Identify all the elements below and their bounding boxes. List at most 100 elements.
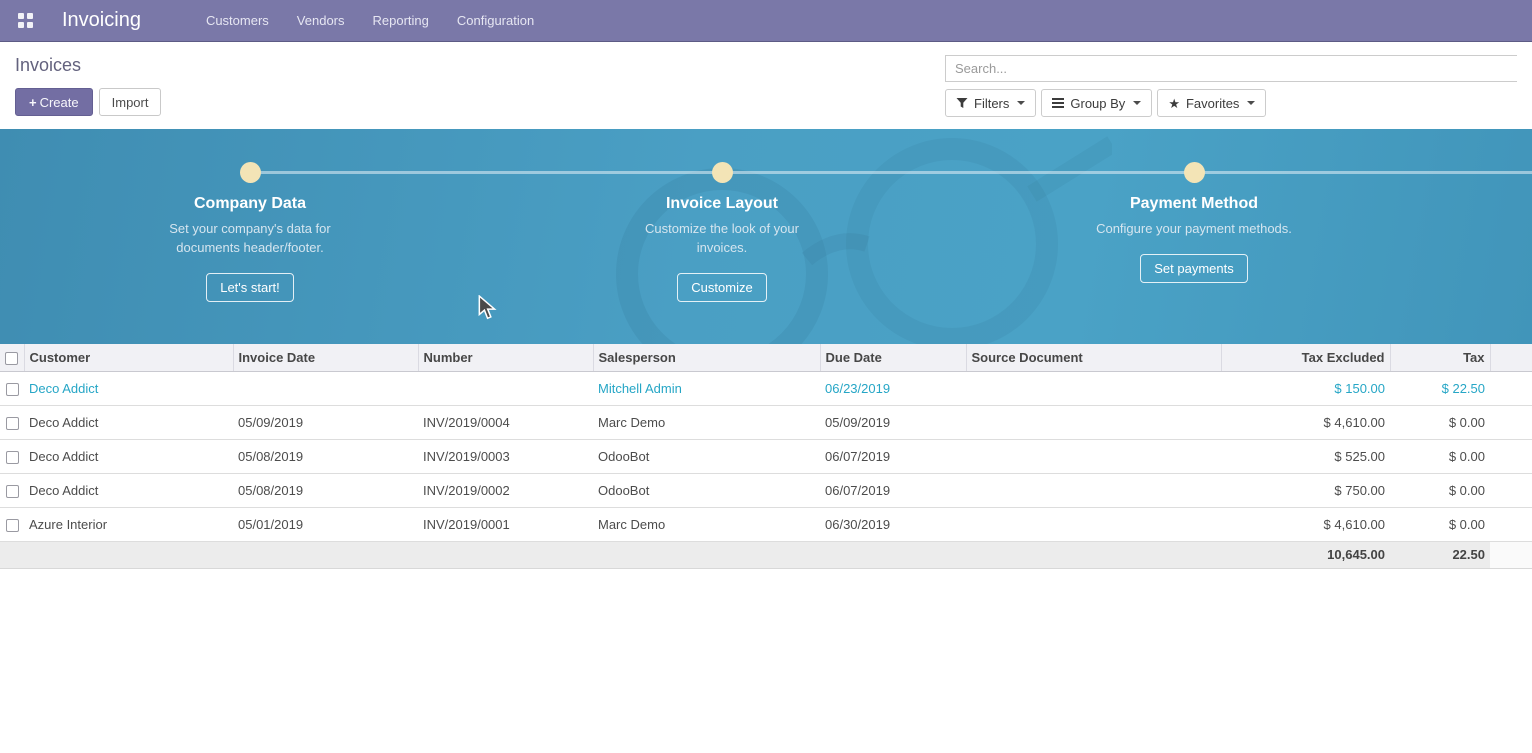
cell-number[interactable] [418,371,593,405]
cell-salesperson[interactable]: OdooBot [593,473,820,507]
cell-number[interactable]: INV/2019/0003 [418,439,593,473]
table-totals-row: 10,645.00 22.50 [0,541,1532,568]
column-header-number[interactable]: Number [418,344,593,371]
cell-customer[interactable]: Deco Addict [24,371,233,405]
filters-dropdown-button[interactable]: Filters [945,89,1036,117]
menu-configuration[interactable]: Configuration [448,7,543,34]
cell-salesperson[interactable]: Marc Demo [593,507,820,541]
step-dot-icon [1184,162,1205,183]
cell-salesperson[interactable]: OdooBot [593,439,820,473]
cell-tax[interactable]: $ 22.50 [1390,371,1490,405]
cell-tax-excluded[interactable]: $ 525.00 [1221,439,1390,473]
list-icon [1052,98,1064,108]
onboarding-banner: Company Data Set your company's data for… [0,129,1532,344]
create-button-label: Create [40,95,79,110]
search-input[interactable] [945,55,1517,82]
cell-invoice-date[interactable]: 05/08/2019 [233,439,418,473]
row-checkbox[interactable] [6,383,19,396]
cell-number[interactable]: INV/2019/0002 [418,473,593,507]
column-header-spacer [1490,344,1532,371]
step-title: Company Data [194,195,306,213]
column-header-salesperson[interactable]: Salesperson [593,344,820,371]
step-description: Customize the look of your invoices. [620,219,825,257]
cell-due-date[interactable]: 06/07/2019 [820,439,966,473]
row-checkbox[interactable] [6,485,19,498]
chevron-down-icon [1133,101,1141,105]
lets-start-button[interactable]: Let's start! [206,273,294,302]
column-header-source-document[interactable]: Source Document [966,344,1221,371]
table-row[interactable]: Deco Addict 05/09/2019 INV/2019/0004 Mar… [0,405,1532,439]
chevron-down-icon [1247,101,1255,105]
table-row[interactable]: Deco Addict Mitchell Admin 06/23/2019 $ … [0,371,1532,405]
step-dot-icon [712,162,733,183]
cell-source-document[interactable] [966,473,1221,507]
cell-tax-excluded[interactable]: $ 4,610.00 [1221,507,1390,541]
cell-tax-excluded[interactable]: $ 4,610.00 [1221,405,1390,439]
cell-tax-excluded[interactable]: $ 750.00 [1221,473,1390,507]
navbar-menus: Customers Vendors Reporting Configuratio… [197,7,543,34]
chevron-down-icon [1017,101,1025,105]
row-checkbox[interactable] [6,519,19,532]
cell-source-document[interactable] [966,507,1221,541]
filters-label: Filters [974,96,1009,111]
cell-customer[interactable]: Azure Interior [24,507,233,541]
cell-tax[interactable]: $ 0.00 [1390,507,1490,541]
table-header-row: Customer Invoice Date Number Salesperson… [0,344,1532,371]
cell-salesperson[interactable]: Marc Demo [593,405,820,439]
cell-tax-excluded[interactable]: $ 150.00 [1221,371,1390,405]
cell-source-document[interactable] [966,439,1221,473]
apps-grid-icon[interactable] [12,8,38,34]
cell-due-date[interactable]: 05/09/2019 [820,405,966,439]
cell-customer[interactable]: Deco Addict [24,473,233,507]
cell-due-date[interactable]: 06/07/2019 [820,473,966,507]
onboarding-step-invoice-layout: Invoice Layout Customize the look of you… [572,162,872,302]
set-payments-button[interactable]: Set payments [1140,254,1248,283]
cell-invoice-date[interactable] [233,371,418,405]
invoice-list-table: Customer Invoice Date Number Salesperson… [0,344,1532,569]
cell-invoice-date[interactable]: 05/08/2019 [233,473,418,507]
column-header-tax-excluded[interactable]: Tax Excluded [1221,344,1390,371]
control-panel: Invoices +Create Import Filters Group By… [0,42,1532,129]
cell-invoice-date[interactable]: 05/09/2019 [233,405,418,439]
cell-due-date[interactable]: 06/30/2019 [820,507,966,541]
create-button[interactable]: +Create [15,88,93,116]
menu-reporting[interactable]: Reporting [364,7,438,34]
column-header-tax[interactable]: Tax [1390,344,1490,371]
plus-icon: + [29,95,37,110]
total-tax-excluded: 10,645.00 [1221,541,1390,568]
cell-due-date[interactable]: 06/23/2019 [820,371,966,405]
cell-tax[interactable]: $ 0.00 [1390,439,1490,473]
group-by-label: Group By [1070,96,1125,111]
cell-customer[interactable]: Deco Addict [24,439,233,473]
cell-invoice-date[interactable]: 05/01/2019 [233,507,418,541]
cell-source-document[interactable] [966,405,1221,439]
customize-button[interactable]: Customize [677,273,766,302]
row-checkbox[interactable] [6,451,19,464]
app-title[interactable]: Invoicing [62,9,141,32]
cell-tax[interactable]: $ 0.00 [1390,405,1490,439]
cell-number[interactable]: INV/2019/0004 [418,405,593,439]
column-header-customer[interactable]: Customer [24,344,233,371]
cell-tax[interactable]: $ 0.00 [1390,473,1490,507]
cell-number[interactable]: INV/2019/0001 [418,507,593,541]
menu-vendors[interactable]: Vendors [288,7,354,34]
onboarding-step-company-data: Company Data Set your company's data for… [100,162,400,302]
cell-source-document[interactable] [966,371,1221,405]
table-row[interactable]: Deco Addict 05/08/2019 INV/2019/0003 Odo… [0,439,1532,473]
select-all-checkbox[interactable] [5,352,18,365]
favorites-label: Favorites [1186,96,1239,111]
step-description: Set your company's data for documents he… [141,219,359,257]
favorites-dropdown-button[interactable]: ★ Favorites [1157,89,1266,117]
import-button[interactable]: Import [99,88,162,116]
row-checkbox[interactable] [6,417,19,430]
group-by-dropdown-button[interactable]: Group By [1041,89,1152,117]
column-header-due-date[interactable]: Due Date [820,344,966,371]
cell-salesperson[interactable]: Mitchell Admin [593,371,820,405]
breadcrumb-page-title: Invoices [15,55,161,76]
table-row[interactable]: Azure Interior 05/01/2019 INV/2019/0001 … [0,507,1532,541]
step-title: Payment Method [1130,195,1258,213]
table-row[interactable]: Deco Addict 05/08/2019 INV/2019/0002 Odo… [0,473,1532,507]
column-header-invoice-date[interactable]: Invoice Date [233,344,418,371]
cell-customer[interactable]: Deco Addict [24,405,233,439]
menu-customers[interactable]: Customers [197,7,278,34]
